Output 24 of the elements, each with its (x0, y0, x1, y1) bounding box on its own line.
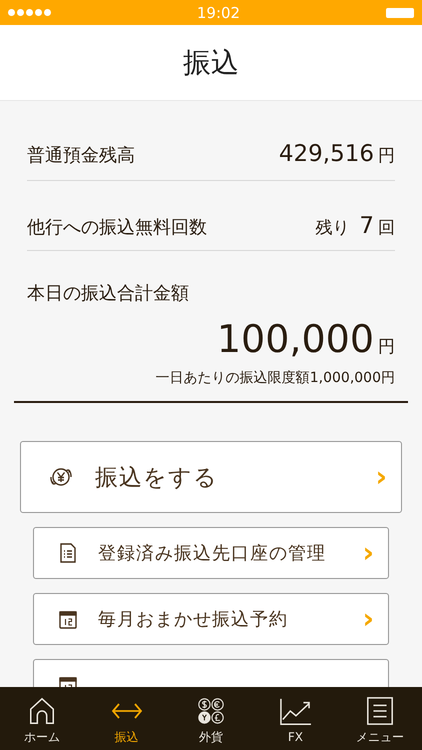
tab-item[interactable]: FX (253, 687, 338, 750)
tab-item[interactable]: 振込 (84, 687, 169, 750)
limit-note: 一日あたりの振込限度額1,000,000円 (156, 369, 395, 387)
line-chart-icon (277, 697, 314, 727)
summary-value: 429,516 (278, 141, 374, 167)
battery-icon (386, 8, 414, 18)
summary-value: 7 (359, 213, 374, 239)
page-title: 振込 (183, 44, 239, 80)
value-unit: 円 (378, 336, 395, 358)
menu-button[interactable]: 毎月おまかせ振込予約 › (33, 593, 389, 645)
value-unit: 回 (378, 217, 395, 239)
tab-item[interactable]: 外貨 (168, 687, 254, 750)
summary-label: 普通預金残高 (27, 144, 135, 167)
tab-item[interactable]: メニュー (338, 687, 422, 750)
status-time: 19:02 (196, 4, 240, 22)
summary-label: 他行への振込無料回数 (27, 216, 207, 239)
signal-icon (8, 9, 51, 16)
value-prefix: 残り (315, 217, 350, 239)
today-total-amount: 100,000 (216, 317, 374, 361)
tab-item[interactable]: ホーム (0, 687, 84, 750)
menu-button[interactable]: 登録済み振込先口座の管理 › (33, 527, 389, 579)
value-unit: 円 (378, 145, 395, 167)
today-total-label: 本日の振込合計金額 (27, 282, 190, 305)
menu-button[interactable]: 振込をする › (20, 441, 402, 513)
